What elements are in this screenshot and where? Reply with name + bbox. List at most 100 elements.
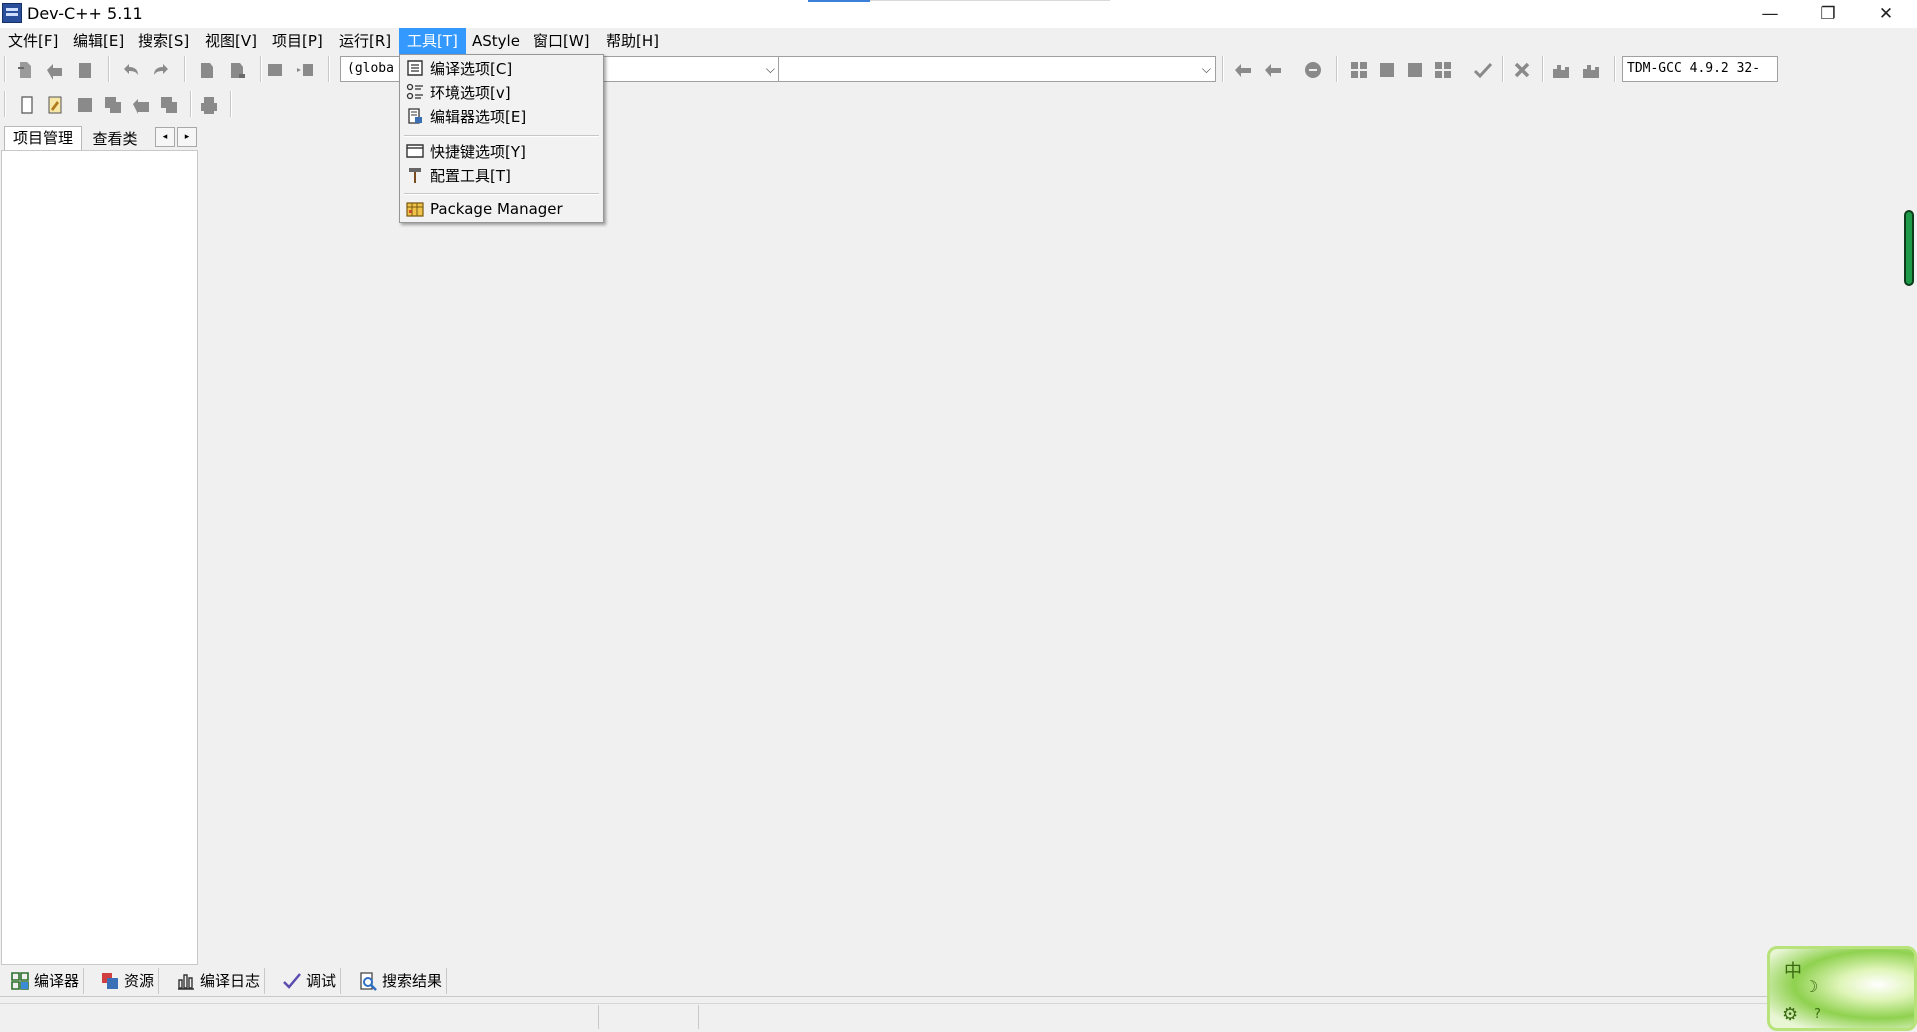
project-options-button[interactable]: [44, 94, 66, 116]
menu-view[interactable]: 视图[V]: [197, 28, 265, 54]
menu-search[interactable]: 搜索[S]: [130, 28, 197, 54]
function-combo[interactable]: ⌵: [778, 56, 1216, 82]
menu-item-editor-options[interactable]: 编辑器选项[E]: [400, 104, 603, 128]
compiler-grid-icon: [11, 972, 29, 990]
indent-button[interactable]: [1232, 59, 1254, 81]
compiler-combo[interactable]: TDM-GCC 4.9.2 32-: [1622, 56, 1778, 82]
tab-scroll-left-button[interactable]: ◂: [155, 127, 175, 147]
open-file-icon: [47, 64, 62, 80]
menu-window[interactable]: 窗口[W]: [525, 28, 598, 54]
bottom-tab-label: 编译日志: [200, 972, 261, 990]
chart-icon: [1583, 65, 1599, 78]
bottom-tab-compiler[interactable]: 编译器: [6, 968, 85, 994]
menu-tools[interactable]: 工具[T]: [399, 28, 466, 54]
class-browser-button[interactable]: [130, 94, 152, 116]
menu-edit[interactable]: 编辑[E]: [65, 28, 132, 54]
new-class-button[interactable]: [158, 94, 180, 116]
menu-help[interactable]: 帮助[H]: [598, 28, 667, 54]
toolbar-separator: [1542, 56, 1544, 82]
tools-dropdown-menu: 编译选项[C] 环境选项[v] 编辑器选项[E] 快捷键选项[Y] 配置工具[T…: [399, 54, 604, 223]
close-x-icon: [1514, 62, 1530, 78]
checkmark-icon: [283, 973, 301, 989]
menu-item-compiler-options[interactable]: 编译选项[C]: [400, 56, 603, 80]
tab-class-view[interactable]: 查看类: [84, 128, 146, 150]
compiler-combo-value: TDM-GCC 4.9.2 32-: [1627, 61, 1761, 76]
menu-file[interactable]: 文件[F]: [0, 28, 66, 54]
environment-options-icon: [406, 83, 423, 100]
menu-item-label: 环境选项[v]: [430, 83, 511, 102]
maximize-button[interactable]: ❐: [1800, 0, 1856, 28]
tab-scroll-right-button[interactable]: ▸: [177, 127, 197, 147]
ime-halfwidth-icon[interactable]: ☽: [1804, 977, 1818, 996]
add-file-icon: [78, 98, 92, 112]
syntax-check-button[interactable]: [1472, 59, 1494, 81]
bottom-tab-resources[interactable]: 资源: [96, 968, 160, 994]
toolbar-separator: [230, 91, 232, 117]
indent-icon: [1235, 64, 1251, 77]
title-accent-line-light: [870, 0, 1110, 1]
bottom-tab-label: 搜索结果: [382, 972, 443, 990]
unindent-button[interactable]: [1262, 59, 1284, 81]
add-to-project-button[interactable]: [74, 94, 96, 116]
new-file-button[interactable]: [14, 59, 36, 81]
toggle-bookmark-button[interactable]: [294, 59, 316, 81]
toolbar-grip: [4, 91, 6, 117]
menu-astyle[interactable]: AStyle: [464, 28, 528, 54]
stop-execution-button[interactable]: [1511, 59, 1533, 81]
close-button[interactable]: ✕: [1858, 0, 1914, 28]
editor-area[interactable]: [200, 150, 1917, 965]
new-project-button[interactable]: [16, 94, 38, 116]
comment-button[interactable]: [1302, 59, 1324, 81]
remove-from-project-button[interactable]: [102, 94, 124, 116]
hammer-icon: [409, 168, 421, 183]
goto-line-button[interactable]: [264, 59, 286, 81]
scope-combo-value: (globa: [347, 61, 394, 76]
tab-project-manager[interactable]: 项目管理: [4, 126, 82, 150]
minimize-button[interactable]: —: [1742, 0, 1798, 28]
rebuild-grid-icon: [1435, 62, 1451, 78]
print-button[interactable]: [198, 94, 220, 116]
bar-chart-icon: [178, 974, 194, 990]
redo-icon: [154, 64, 168, 75]
bottom-tab-search-results[interactable]: 搜索结果: [354, 968, 448, 994]
menu-project[interactable]: 项目[P]: [264, 28, 331, 54]
run-icon: [1380, 63, 1394, 77]
bottom-tab-debug[interactable]: 调试: [278, 968, 342, 994]
toolbar-grip: [4, 56, 6, 82]
replace-button[interactable]: [226, 59, 248, 81]
remove-file-icon: [105, 97, 121, 113]
rebuild-all-button[interactable]: [1432, 59, 1454, 81]
bottom-tab-label: 调试: [306, 972, 337, 990]
run-button[interactable]: [1376, 59, 1398, 81]
new-class-icon: [161, 97, 177, 113]
menu-item-label: 快捷键选项[Y]: [430, 142, 526, 161]
profile-button[interactable]: [1550, 59, 1572, 81]
side-indicator: [1904, 210, 1914, 286]
ime-widget[interactable]: 中 ☽ ⚙ ?: [1767, 946, 1917, 1031]
window-title: Dev-C++ 5.11: [27, 4, 143, 23]
shortcut-options-icon: [406, 144, 424, 158]
menu-item-package-manager[interactable]: Package Manager: [400, 197, 603, 221]
project-tree-panel[interactable]: [1, 150, 198, 965]
menu-item-shortcut-options[interactable]: 快捷键选项[Y]: [400, 139, 603, 163]
undo-button[interactable]: [120, 59, 142, 81]
compile-run-button[interactable]: [1404, 59, 1426, 81]
bottom-tab-compile-log[interactable]: 编译日志: [172, 968, 266, 994]
compile-button[interactable]: [1348, 59, 1370, 81]
menu-item-environment-options[interactable]: 环境选项[v]: [400, 80, 603, 104]
toolbar-separator: [328, 56, 330, 82]
menu-run[interactable]: 运行[R]: [331, 28, 399, 54]
toolbar-separator: [260, 56, 262, 82]
menu-separator: [404, 135, 599, 137]
save-button[interactable]: [74, 59, 96, 81]
redo-button[interactable]: [150, 59, 172, 81]
ime-language-toggle[interactable]: 中: [1784, 957, 1802, 983]
find-button[interactable]: [196, 59, 218, 81]
menu-item-configure-tools[interactable]: 配置工具[T]: [400, 163, 603, 187]
replace-icon: [231, 63, 245, 78]
delete-profile-button[interactable]: [1580, 59, 1602, 81]
ime-help-icon[interactable]: ?: [1814, 1007, 1821, 1022]
toolbar-separator: [108, 56, 110, 82]
ime-settings-icon[interactable]: ⚙: [1782, 1004, 1798, 1025]
open-file-button[interactable]: [44, 59, 66, 81]
